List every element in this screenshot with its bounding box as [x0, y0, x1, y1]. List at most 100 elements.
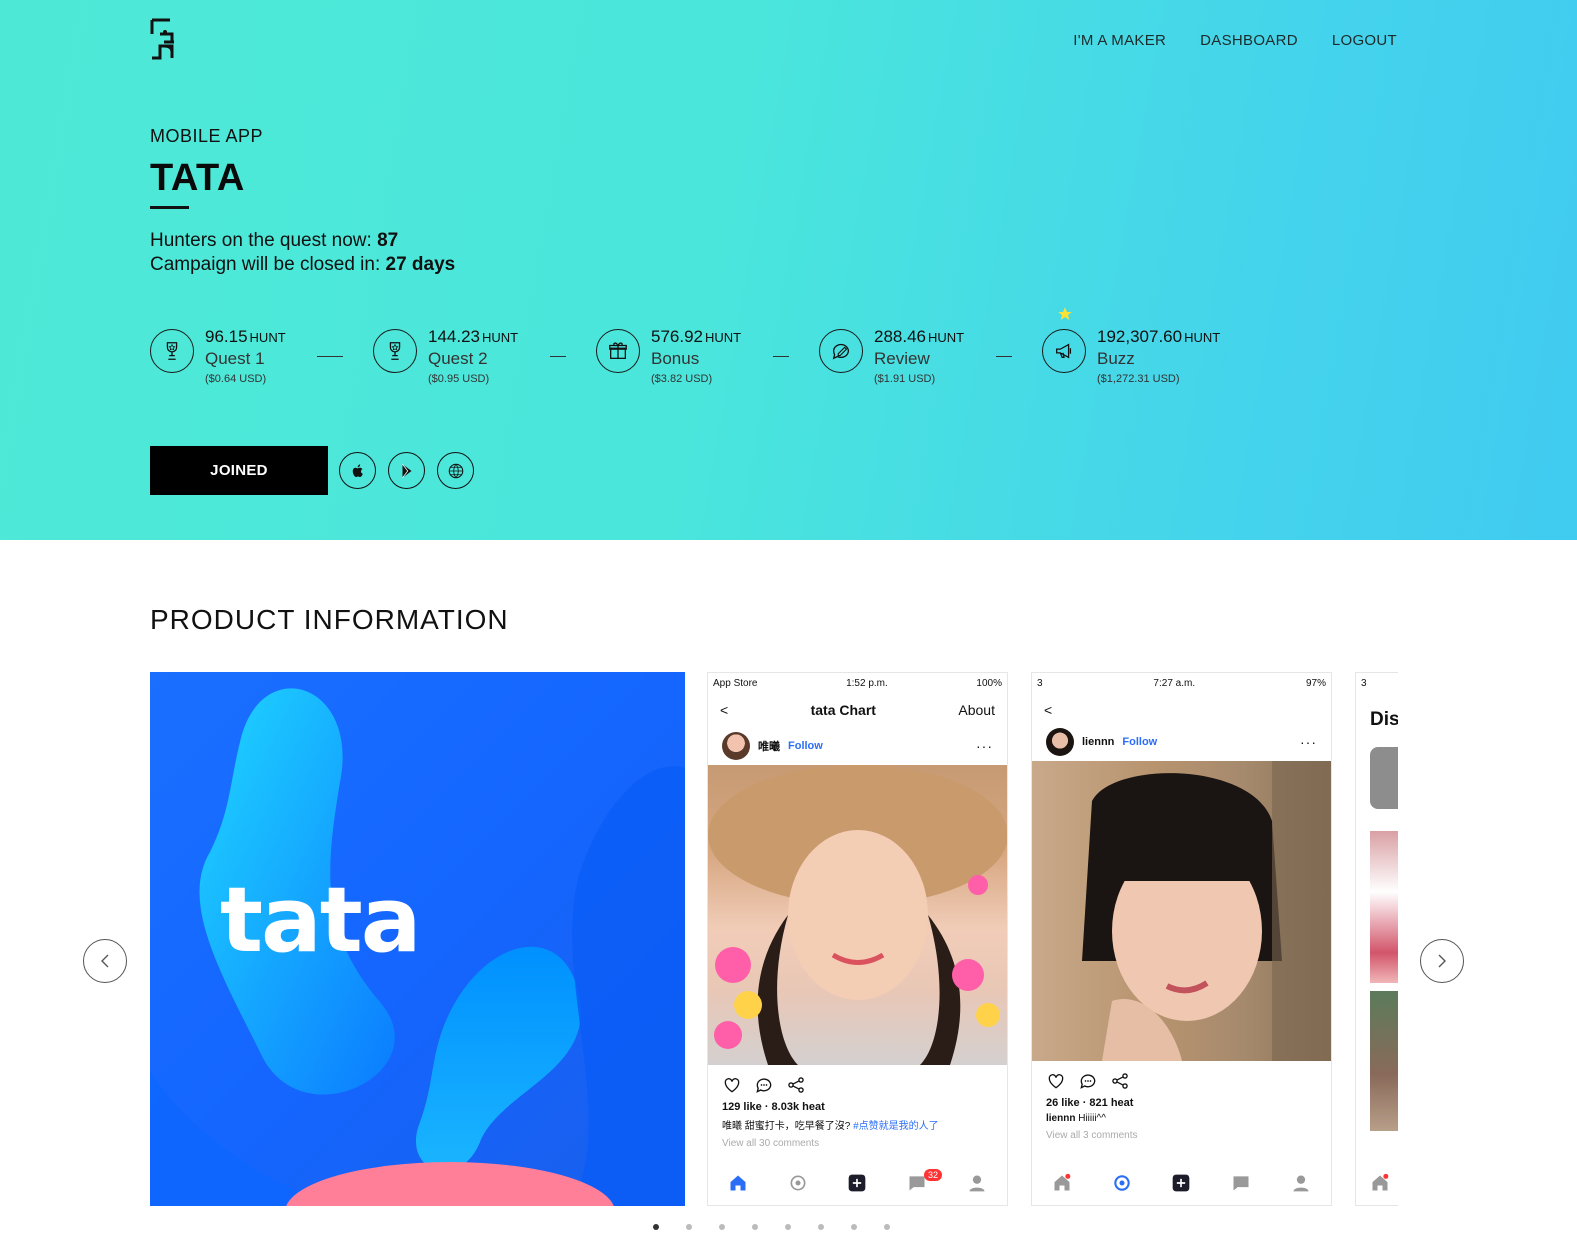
google-play-button[interactable]	[388, 452, 425, 489]
avatar	[1046, 728, 1074, 756]
quest-divider	[773, 356, 789, 357]
carousel-dot[interactable]	[686, 1224, 692, 1230]
post-photo	[708, 765, 1007, 1065]
chevron-right-icon	[1438, 954, 1446, 968]
trophy-icon	[373, 329, 417, 373]
quest-usd: ($1.91 USD)	[874, 373, 936, 385]
about-link: About	[958, 702, 995, 718]
quest-amount: 576.92	[651, 327, 703, 346]
status-bar: App Store 1:52 p.m. 100%	[708, 673, 1007, 693]
status-left: 3	[1037, 677, 1043, 689]
logo[interactable]	[150, 18, 180, 60]
carousel-dot[interactable]	[653, 1224, 659, 1230]
nav-logout[interactable]: LOGOUT	[1332, 32, 1397, 49]
caption-user: liennn	[1046, 1113, 1076, 1124]
heart-icon[interactable]	[1046, 1071, 1066, 1091]
website-button[interactable]	[437, 452, 474, 489]
chat-pen-icon	[819, 329, 863, 373]
nav-dashboard[interactable]: DASHBOARD	[1200, 32, 1298, 49]
hunters-label: Hunters on the quest now:	[150, 230, 378, 251]
hunters-value: 87	[377, 230, 399, 251]
heart-icon[interactable]	[722, 1075, 742, 1095]
carousel-slide-screen1[interactable]: App Store 1:52 p.m. 100% < tata Chart Ab…	[707, 672, 1008, 1206]
carousel-slide-screen3[interactable]: 3 Dis	[1355, 672, 1398, 1206]
message-icon	[1233, 1176, 1249, 1191]
post-photo	[1032, 761, 1331, 1061]
add-icon	[849, 1174, 866, 1192]
share-icon[interactable]	[786, 1075, 806, 1095]
add-icon	[1173, 1174, 1190, 1192]
globe-icon	[448, 463, 463, 478]
share-icon[interactable]	[1110, 1071, 1130, 1091]
megaphone-icon	[1042, 329, 1086, 373]
quest-item-quest2[interactable]: 144.23 HUNT Quest 2 ($0.95 USD)	[373, 326, 518, 385]
tab-bar	[1356, 1161, 1398, 1205]
eye-icon	[790, 1175, 806, 1191]
joined-button[interactable]: JOINED	[150, 446, 328, 495]
carousel-next-button[interactable]	[1420, 939, 1464, 983]
carousel-dot[interactable]	[884, 1224, 890, 1230]
post-user-row: liennn Follow ···	[1032, 727, 1331, 757]
hunters-line: Hunters on the quest now: 87	[150, 229, 455, 253]
quest-item-quest1[interactable]: 96.15 HUNT Quest 1 ($0.64 USD)	[150, 326, 286, 385]
post-actions	[1032, 1061, 1331, 1093]
message-badge: 32	[924, 1169, 943, 1181]
back-icon: <	[720, 702, 729, 718]
follow-link: Follow	[1122, 736, 1158, 748]
quest-usd: ($1,272.31 USD)	[1097, 373, 1180, 385]
status-battery: 100%	[976, 677, 1002, 689]
gift-icon	[596, 329, 640, 373]
nav-maker[interactable]: I'M A MAKER	[1073, 32, 1166, 49]
post-user-row: 唯曦 Follow ···	[708, 727, 1007, 765]
screen-title: tata Chart	[810, 702, 876, 718]
follow-link: Follow	[788, 740, 823, 752]
quest-divider	[550, 356, 566, 357]
quest-item-bonus[interactable]: 576.92 HUNT Bonus ($3.82 USD)	[596, 326, 741, 385]
profile-icon	[1293, 1175, 1309, 1192]
quest-amount: 192,307.60	[1097, 327, 1183, 346]
carousel-slide-logo[interactable]: tata	[150, 672, 685, 1206]
quest-item-review[interactable]: 288.46 HUNT Review ($1.91 USD)	[819, 326, 964, 385]
product-carousel: tata App Store 1:52 p.m. 100% < tata Cha…	[150, 672, 1398, 1206]
quest-name: Quest 2	[428, 349, 488, 368]
carousel-pagination	[653, 1224, 890, 1230]
quest-item-buzz[interactable]: 192,307.60 HUNT Buzz ($1,272.31 USD)	[1042, 326, 1220, 385]
card-thumbnail	[1370, 747, 1398, 809]
closing-line: Campaign will be closed in: 27 days	[150, 253, 455, 277]
chevron-left-icon	[101, 954, 109, 968]
app-store-button[interactable]	[339, 452, 376, 489]
tab-bar	[708, 1161, 1007, 1205]
post-stats: 129 like · 8.03k heat	[722, 1101, 825, 1113]
hero-banner: I'M A MAKER DASHBOARD LOGOUT MOBILE APP …	[0, 0, 1577, 540]
view-comments: View all 30 comments	[722, 1138, 820, 1149]
status-left: 3	[1361, 677, 1367, 689]
profile-icon	[969, 1175, 985, 1192]
post-actions	[708, 1065, 1007, 1097]
home-icon	[1372, 1173, 1389, 1191]
back-icon: <	[1044, 702, 1053, 718]
carousel-slide-screen2[interactable]: 3 7:27 a.m. 97% < liennn Follow ··· 26 l…	[1031, 672, 1332, 1206]
quest-name: Quest 1	[205, 349, 265, 368]
product-title: TATA	[150, 157, 245, 199]
caption-hashtag: #点赞就是我的人了	[853, 1121, 939, 1132]
status-battery: 97%	[1305, 677, 1326, 689]
quest-usd: ($3.82 USD)	[651, 373, 713, 385]
carousel-dot[interactable]	[719, 1224, 725, 1230]
view-comments: View all 3 comments	[1046, 1130, 1138, 1141]
trophy-icon	[150, 329, 194, 373]
screen-header: <	[1032, 693, 1331, 727]
comment-icon[interactable]	[1078, 1071, 1098, 1091]
post-username: 唯曦	[758, 741, 780, 753]
carousel-dot[interactable]	[851, 1224, 857, 1230]
quest-unit: HUNT	[249, 330, 286, 345]
eye-icon	[1113, 1175, 1130, 1191]
carousel-prev-button[interactable]	[83, 939, 127, 983]
apple-icon	[352, 463, 363, 477]
home-icon	[730, 1175, 746, 1191]
carousel-dot[interactable]	[785, 1224, 791, 1230]
comment-icon[interactable]	[754, 1075, 774, 1095]
carousel-dot[interactable]	[752, 1224, 758, 1230]
post-caption: liennn Hiiiii^^	[1032, 1109, 1331, 1124]
home-icon	[1054, 1173, 1071, 1191]
carousel-dot[interactable]	[818, 1224, 824, 1230]
